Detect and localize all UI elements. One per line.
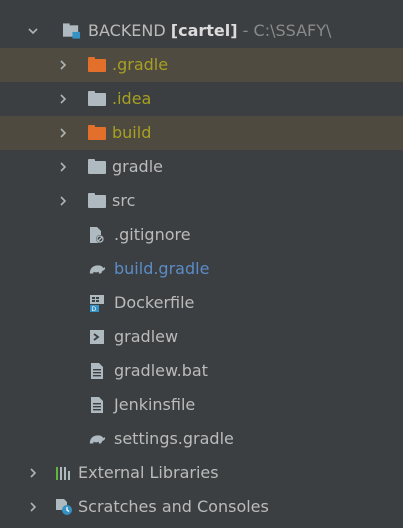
scratches-icon [55, 498, 73, 516]
chevron-right-icon[interactable] [56, 160, 70, 174]
tree-item-label: Dockerfile [114, 293, 195, 312]
tree-item-label: gradlew.bat [114, 361, 208, 380]
tree-item-label: gradle [112, 157, 163, 176]
tree-item-label: gradlew [114, 327, 179, 346]
project-tree: BACKEND [cartel] - C:\SSAFY\ .gradle .id… [0, 0, 403, 528]
chevron-right-icon[interactable] [56, 126, 70, 140]
tree-row-backend-root[interactable]: BACKEND [cartel] - C:\SSAFY\ [0, 14, 403, 48]
tree-row-dot-gradle[interactable]: .gradle [0, 48, 403, 82]
gradle-icon [88, 260, 106, 278]
chevron-right-icon[interactable] [26, 466, 40, 480]
root-module: [cartel] [170, 21, 238, 40]
library-icon [55, 464, 73, 482]
tree-item-label: Jenkinsfile [114, 395, 196, 414]
svg-text:D: D [92, 306, 97, 312]
tree-row-settings-gradle[interactable]: settings.gradle [0, 422, 403, 456]
tree-item-label: .gitignore [114, 225, 191, 244]
gradle-icon [88, 430, 106, 448]
tree-item-label: build.gradle [114, 259, 210, 278]
tree-row-dockerfile[interactable]: D Dockerfile [0, 286, 403, 320]
chevron-right-icon[interactable] [56, 58, 70, 72]
tree-row-jenkinsfile[interactable]: Jenkinsfile [0, 388, 403, 422]
root-label: BACKEND [cartel] - C:\SSAFY\ [88, 14, 331, 48]
shell-icon [88, 328, 106, 346]
gitignore-icon [88, 226, 106, 244]
folder-icon [88, 90, 106, 108]
text-file-icon [88, 396, 106, 414]
tree-item-label: settings.gradle [114, 429, 234, 448]
folder-icon [88, 158, 106, 176]
module-folder-icon [63, 22, 81, 40]
folder-icon [88, 192, 106, 210]
tree-row-build[interactable]: build [0, 116, 403, 150]
tree-row-gradle[interactable]: gradle [0, 150, 403, 184]
tree-row-gradlew[interactable]: gradlew [0, 320, 403, 354]
chevron-down-icon[interactable] [26, 24, 40, 38]
tree-row-idea[interactable]: .idea [0, 82, 403, 116]
tree-item-label: External Libraries [78, 463, 219, 482]
tree-row-gradlew-bat[interactable]: gradlew.bat [0, 354, 403, 388]
tree-row-scratches[interactable]: Scratches and Consoles [0, 490, 403, 524]
text-file-icon [88, 362, 106, 380]
chevron-right-icon[interactable] [56, 92, 70, 106]
tree-row-gitignore[interactable]: .gitignore [0, 218, 403, 252]
tree-item-label: build [112, 123, 152, 142]
tree-item-label: .idea [112, 89, 152, 108]
folder-icon [88, 124, 106, 142]
tree-row-build-gradle[interactable]: build.gradle [0, 252, 403, 286]
tree-row-src[interactable]: src [0, 184, 403, 218]
chevron-right-icon[interactable] [56, 194, 70, 208]
root-path: - C:\SSAFY\ [242, 21, 332, 40]
folder-icon [88, 56, 106, 74]
tree-item-label: Scratches and Consoles [78, 497, 269, 516]
tree-row-external-libraries[interactable]: External Libraries [0, 456, 403, 490]
root-name: BACKEND [88, 21, 166, 40]
tree-item-label: src [112, 191, 136, 210]
docker-icon: D [88, 294, 106, 312]
chevron-right-icon[interactable] [26, 500, 40, 514]
tree-item-label: .gradle [112, 55, 169, 74]
